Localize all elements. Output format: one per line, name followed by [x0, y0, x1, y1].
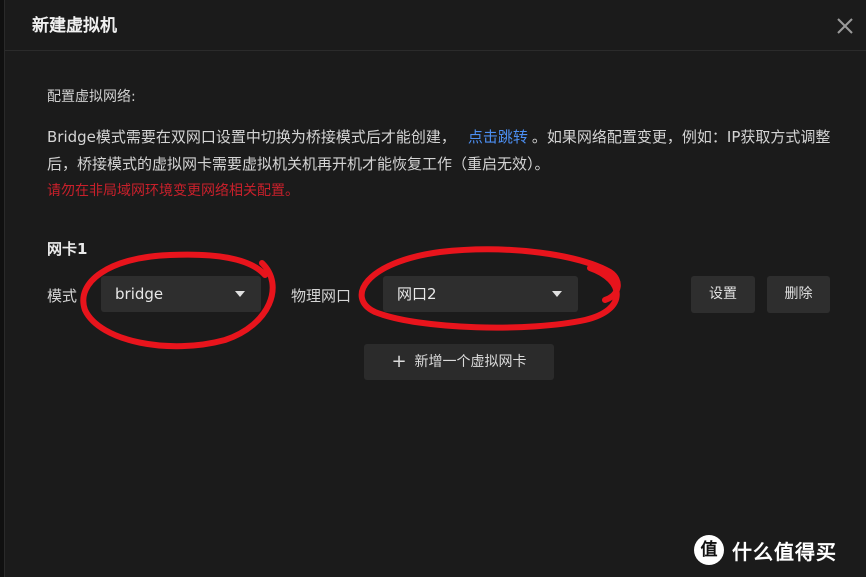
nic-title: 网卡1 [47, 240, 88, 258]
watermark-text: 什么值得买 [732, 539, 837, 564]
port-select[interactable]: 网口2 [383, 276, 578, 312]
network-warning: 请勿在非局域网环境变更网络相关配置。 [47, 183, 299, 199]
desc-text-1: Bridge模式需要在双网口设置中切换为桥接模式后才能创建， [47, 128, 456, 146]
close-icon[interactable] [835, 16, 855, 36]
delete-button[interactable]: 删除 [767, 276, 830, 313]
add-nic-button[interactable]: + 新增一个虚拟网卡 [364, 344, 554, 380]
network-description: Bridge模式需要在双网口设置中切换为桥接模式后才能创建， 点击跳转 。如果网络配… [47, 124, 837, 205]
chevron-down-icon [552, 291, 562, 297]
mode-select[interactable]: bridge [101, 276, 261, 312]
add-nic-label: 新增一个虚拟网卡 [414, 354, 527, 370]
mode-select-value: bridge [115, 285, 164, 303]
plus-icon: + [391, 351, 407, 372]
title-divider [5, 50, 866, 51]
watermark-logo-icon: 值 [694, 535, 724, 565]
jump-link[interactable]: 点击跳转 [468, 128, 528, 146]
mode-label: 模式 [47, 287, 78, 305]
watermark: 值 什么值得买 [694, 532, 837, 568]
network-section-label: 配置虚拟网络: [47, 89, 136, 105]
chevron-down-icon [235, 291, 245, 297]
settings-button[interactable]: 设置 [691, 276, 755, 313]
new-vm-dialog: 新建虚拟机 配置虚拟网络: Bridge模式需要在双网口设置中切换为桥接模式后才… [4, 0, 866, 577]
dialog-title: 新建虚拟机 [32, 16, 117, 36]
port-label: 物理网口 [291, 287, 352, 305]
port-select-value: 网口2 [397, 285, 437, 303]
